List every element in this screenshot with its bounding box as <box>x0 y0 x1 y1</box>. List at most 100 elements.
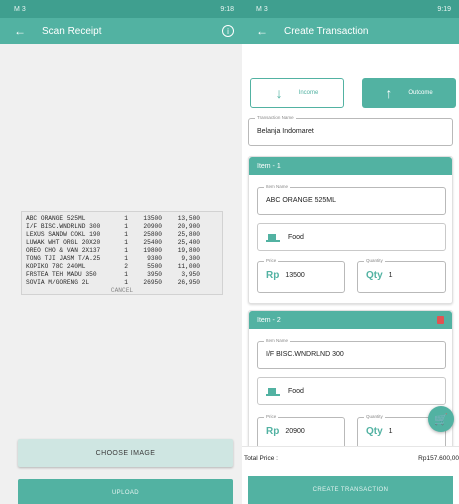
delete-item-icon[interactable] <box>437 316 444 324</box>
receipt-total: 25,400 <box>177 239 200 246</box>
page-title: Scan Receipt <box>42 25 102 37</box>
receipt-total: 13,500 <box>177 215 200 222</box>
back-arrow-icon[interactable]: ← <box>14 24 42 38</box>
receipt-price: 25800 <box>143 231 162 238</box>
arrow-down-icon: ↓ <box>275 85 283 101</box>
arrow-up-icon: ↑ <box>385 85 393 101</box>
receipt-line: SOVIA M/GORENG 2L 1 26950 26,950 <box>26 279 218 287</box>
receipt-total: 3,950 <box>181 271 200 278</box>
receipt-qty: 1 <box>124 215 128 222</box>
price-prefix: Rp <box>266 270 280 281</box>
receipt-line: LEXUS SANDW COKL 190 1 25800 25,800 <box>26 231 218 239</box>
price-legend: Price <box>264 414 279 419</box>
price-value: 13500 <box>285 272 305 279</box>
receipt-line: I/F BISC.WNDRLND 300 1 20900 20,900 <box>26 223 218 231</box>
quantity-legend: Quantity <box>364 414 385 419</box>
receipt-qty: 1 <box>124 279 128 286</box>
receipt-name: OREO CHO & VAN 2X137 <box>26 247 101 254</box>
receipt-name: I/F BISC.WNDRLND 300 <box>26 223 101 230</box>
carrier-signal: M3 <box>14 5 28 13</box>
total-label: Total Price : <box>244 455 278 462</box>
receipt-price: 13500 <box>143 215 162 222</box>
receipt-qty: 1 <box>124 231 128 238</box>
receipt-line: ABC ORANGE 525ML 1 13500 13,500 <box>26 215 218 223</box>
receipt-price: 9300 <box>147 255 162 262</box>
page-title: Create Transaction <box>284 25 369 37</box>
choose-image-button[interactable]: CHOOSE IMAGE <box>18 439 233 467</box>
receipt-line: FRSTEA TEH MADU 350 1 3950 3,950 <box>26 271 218 279</box>
income-toggle[interactable]: ↓ Income <box>250 78 344 108</box>
quantity-prefix: Qty <box>366 426 383 437</box>
item-name-legend: Item Name <box>264 184 291 189</box>
item-card: Item - 2 Item Name I/F BISC.WNDRLND 300 … <box>248 310 453 460</box>
category-selector[interactable]: Food <box>257 377 446 405</box>
item-card: Item - 1 Item Name ABC ORANGE 525ML Food… <box>248 156 453 304</box>
scan-receipt-screen: M3 9:18 ← Scan Receipt i ABC ORANGE 525M… <box>0 0 242 504</box>
quantity-value: 1 <box>388 272 393 279</box>
app-bar: ← Create Transaction <box>242 18 459 44</box>
category-value: Food <box>288 233 304 241</box>
category-selector[interactable]: Food <box>257 223 446 251</box>
outcome-toggle[interactable]: ↑ Outcome <box>362 78 456 108</box>
receipt-name: KOPIKO 78C 240ML <box>26 263 86 270</box>
receipt-line: KOPIKO 78C 240ML 2 5500 11,000 <box>26 263 218 271</box>
receipt-qty: 1 <box>124 239 128 246</box>
receipt-name: LUWAK WHT ORGL 20X20 <box>26 239 101 246</box>
receipt-total: 25,800 <box>177 231 200 238</box>
total-bar: Total Price : Rp157.600,00 <box>242 446 459 470</box>
carrier-signal: M3 <box>256 5 270 13</box>
item-card-header: Item - 2 <box>249 311 452 329</box>
receipt-price: 25400 <box>143 239 162 246</box>
receipt-total: 19,800 <box>177 247 200 254</box>
add-item-button[interactable]: 🛒 <box>428 406 454 432</box>
item-name-field[interactable]: Item Name I/F BISC.WNDRLND 300 <box>257 338 446 369</box>
receipt-name: FRSTEA TEH MADU 350 <box>26 271 97 278</box>
item-name-field[interactable]: Item Name ABC ORANGE 525ML <box>257 184 446 215</box>
item-title: Item - 1 <box>257 162 281 170</box>
category-value: Food <box>288 387 304 395</box>
info-icon[interactable]: i <box>222 25 234 37</box>
price-prefix: Rp <box>266 426 280 437</box>
receipt-name: LEXUS SANDW COKL 190 <box>26 231 101 238</box>
receipt-price: 26950 <box>143 279 162 286</box>
receipt-qty: 1 <box>124 247 128 254</box>
status-bar: M3 9:19 <box>242 0 459 18</box>
receipt-qty: 1 <box>124 271 128 278</box>
item-name-legend: Item Name <box>264 338 291 343</box>
receipt-total: 20,900 <box>177 223 200 230</box>
receipt-line: TONG TJI JASM T/A.25 1 9300 9,300 <box>26 255 218 263</box>
quantity-value: 1 <box>388 428 393 435</box>
receipt-line: LUWAK WHT ORGL 20X20 1 25400 25,400 <box>26 239 218 247</box>
upload-button[interactable]: UPLOAD <box>18 479 233 504</box>
receipt-image: ABC ORANGE 525ML 1 13500 13,500 I/F BISC.WND… <box>21 211 223 295</box>
receipt-total: 26,950 <box>177 279 200 286</box>
receipt-name: ABC ORANGE 525ML <box>26 215 86 222</box>
receipt-price: 3950 <box>147 271 162 278</box>
quantity-field[interactable]: Quantity Qty 1 <box>357 258 446 293</box>
item-name-value: I/F BISC.WNDRLND 300 <box>266 351 344 358</box>
cart-plus-icon: 🛒 <box>434 413 448 426</box>
status-time: 9:19 <box>437 5 451 13</box>
item-card-header: Item - 1 <box>249 157 452 175</box>
income-label: Income <box>298 90 319 96</box>
item-title: Item - 2 <box>257 316 281 324</box>
price-value: 20900 <box>285 428 305 435</box>
receipt-cut-text: CANCEL <box>110 287 134 292</box>
receipt-name: TONG TJI JASM T/A.25 <box>26 255 101 262</box>
app-bar: ← Scan Receipt i <box>0 18 242 44</box>
transaction-name-legend: Transaction Name <box>255 115 296 120</box>
receipt-price: 20900 <box>143 223 162 230</box>
price-legend: Price <box>264 258 279 263</box>
item-name-value: ABC ORANGE 525ML <box>266 197 337 204</box>
create-transaction-button[interactable]: CREATE TRANSACTION <box>248 476 453 504</box>
receipt-total: 9,300 <box>181 255 200 262</box>
receipt-price: 19800 <box>143 247 162 254</box>
status-time: 9:18 <box>220 5 234 13</box>
create-transaction-screen: M3 9:19 ← Create Transaction ↓ Income ↑ … <box>242 0 459 504</box>
receipt-name: SOVIA M/GORENG 2L <box>26 279 90 286</box>
receipt-qty: 1 <box>124 223 128 230</box>
price-field[interactable]: Price Rp 13500 <box>257 258 345 293</box>
price-field[interactable]: Price Rp 20900 <box>257 414 345 449</box>
transaction-name-field[interactable]: Transaction Name Belanja Indomaret <box>248 115 453 146</box>
back-arrow-icon[interactable]: ← <box>256 24 284 38</box>
